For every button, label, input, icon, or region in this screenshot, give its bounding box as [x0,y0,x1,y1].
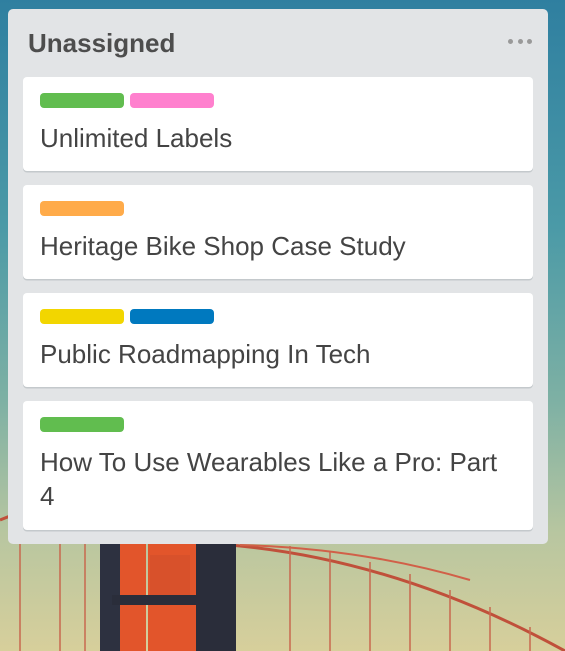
label-blue [130,309,214,324]
trello-list: Unassigned Unlimited Labels Heritage Bik… [8,9,548,544]
label-orange [40,201,124,216]
card-labels [40,93,517,108]
card-public-roadmapping[interactable]: Public Roadmapping In Tech [23,293,533,387]
card-title: Unlimited Labels [40,123,233,153]
card-unlimited-labels[interactable]: Unlimited Labels [23,77,533,171]
label-yellow [40,309,124,324]
list-title[interactable]: Unassigned [28,27,175,59]
card-labels [40,309,517,324]
card-labels [40,201,517,216]
label-green [40,417,124,432]
card-list: Unlimited Labels Heritage Bike Shop Case… [8,77,548,530]
card-heritage-bike-shop[interactable]: Heritage Bike Shop Case Study [23,185,533,279]
card-labels [40,417,517,432]
menu-dot [527,38,532,44]
card-title: How To Use Wearables Like a Pro: Part 4 [40,447,498,511]
menu-dot [508,38,513,44]
ellipsis-icon[interactable] [508,31,532,51]
card-title: Public Roadmapping In Tech [40,339,371,369]
label-green [40,93,124,108]
card-title: Heritage Bike Shop Case Study [40,231,406,261]
card-wearables-part-4[interactable]: How To Use Wearables Like a Pro: Part 4 [23,401,533,530]
menu-dot [517,38,523,44]
label-pink [130,93,214,108]
list-header: Unassigned [8,9,548,75]
